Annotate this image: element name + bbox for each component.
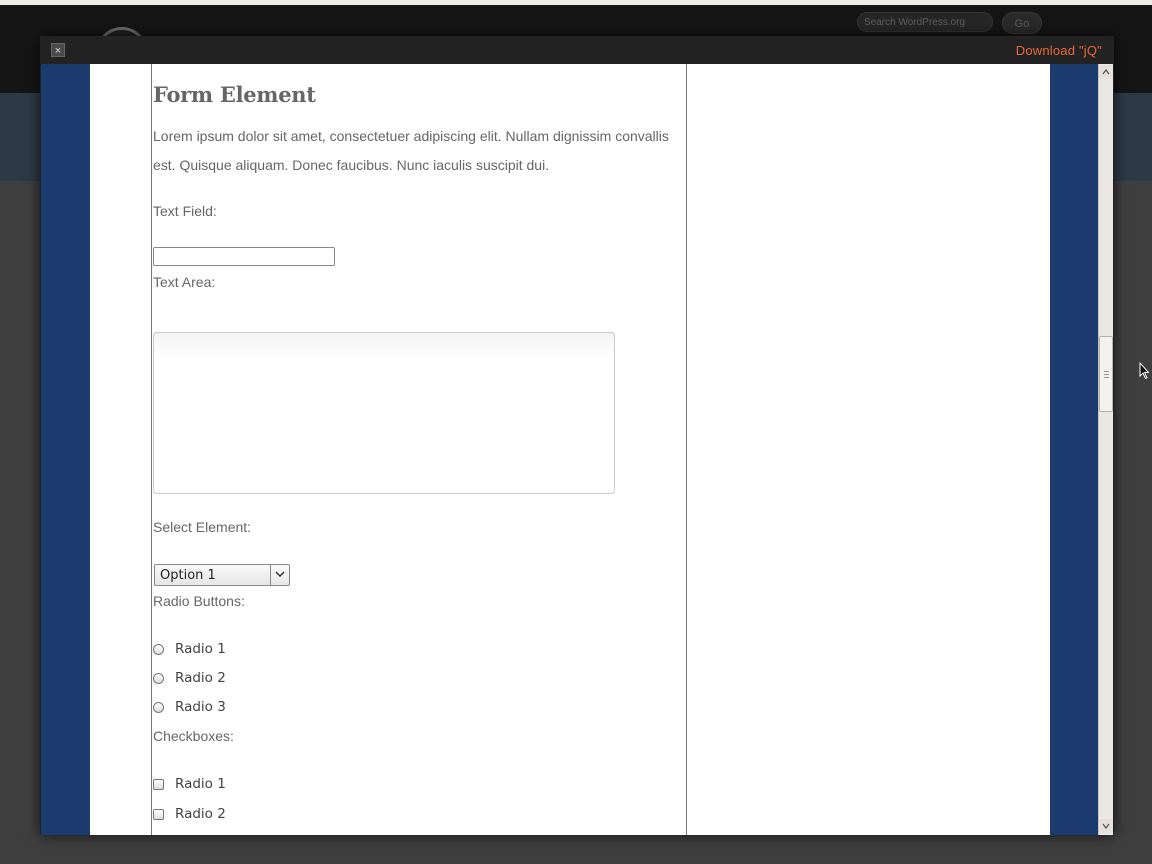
theme-preview-modal: × Download "jQ" Form Element Lorem ipsum… xyxy=(40,36,1114,835)
checkbox-option[interactable]: Radio 2 xyxy=(153,805,226,823)
checkbox[interactable] xyxy=(153,808,164,820)
text-field-label: Text Field: xyxy=(153,203,217,219)
radio-buttons-label: Radio Buttons: xyxy=(153,593,245,609)
radio-option-label: Radio 1 xyxy=(175,641,226,657)
close-icon[interactable]: × xyxy=(51,43,65,57)
radio-button[interactable] xyxy=(153,672,164,684)
text-area-label: Text Area: xyxy=(153,274,216,290)
modal-header: × Download "jQ" xyxy=(40,36,1114,65)
radio-option[interactable]: Radio 3 xyxy=(153,698,226,716)
checkbox-option[interactable]: Radio 1 xyxy=(153,775,226,793)
wordpress-search-input[interactable]: Search WordPress.org xyxy=(857,12,993,32)
checkbox-option-label: Radio 1 xyxy=(175,776,226,792)
mouse-pointer-icon xyxy=(1139,361,1150,385)
checkboxes-label: Checkboxes: xyxy=(153,728,234,744)
page-title: Form Element xyxy=(153,82,316,107)
radio-option-label: Radio 3 xyxy=(175,699,226,715)
preview-content-column: Form Element Lorem ipsum dolor sit amet,… xyxy=(151,64,687,835)
select-element-dropdown[interactable]: Option 1 xyxy=(154,564,290,586)
select-element-label: Select Element: xyxy=(153,519,252,535)
text-field-input[interactable] xyxy=(153,247,335,266)
preview-scrollbar[interactable] xyxy=(1098,64,1113,835)
checkbox[interactable] xyxy=(153,778,164,790)
radio-option[interactable]: Radio 1 xyxy=(153,640,226,658)
text-area-input[interactable] xyxy=(153,332,615,494)
radio-option[interactable]: Radio 2 xyxy=(153,669,226,687)
scrollbar-thumb[interactable] xyxy=(1099,336,1113,412)
theme-preview-frame: Form Element Lorem ipsum dolor sit amet,… xyxy=(41,64,1098,835)
preview-page: Form Element Lorem ipsum dolor sit amet,… xyxy=(90,64,1050,835)
scrollbar-grip xyxy=(1104,371,1109,378)
radio-option-label: Radio 2 xyxy=(175,670,226,686)
arrow-down-icon[interactable] xyxy=(1099,819,1113,833)
chevron-down-icon[interactable] xyxy=(270,565,289,585)
radio-button[interactable] xyxy=(153,643,164,655)
download-theme-link[interactable]: Download "jQ" xyxy=(1016,43,1102,58)
intro-paragraph: Lorem ipsum dolor sit amet, consectetuer… xyxy=(153,128,669,173)
wordpress-search-go-button[interactable]: Go xyxy=(1002,12,1042,34)
radio-button[interactable] xyxy=(153,701,164,713)
select-selected-value: Option 1 xyxy=(160,568,216,583)
arrow-up-icon[interactable] xyxy=(1099,65,1113,79)
checkbox-option-label: Radio 2 xyxy=(175,806,226,822)
